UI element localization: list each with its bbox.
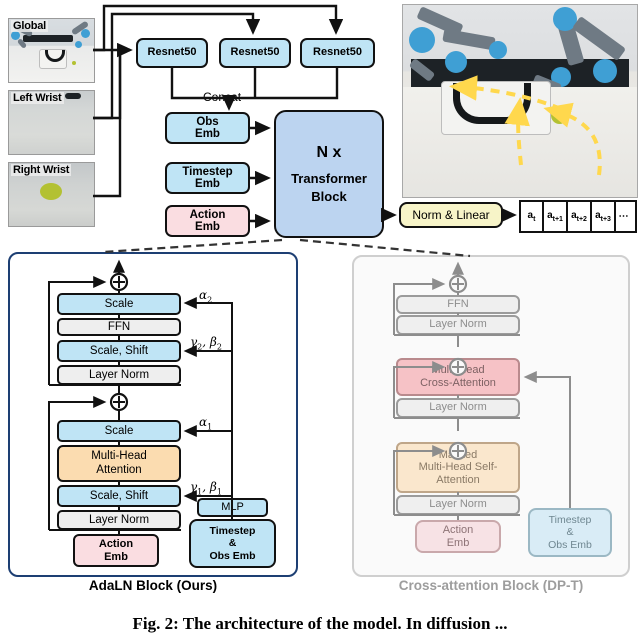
figure-root: Global Left Wrist Right Wrist Resnet50 R…	[0, 0, 640, 633]
crossattn-block-caption: Cross-attention Block (DP-T)	[398, 578, 584, 593]
global-camera-label: Global	[11, 20, 49, 32]
right-wrist-camera-label: Right Wrist	[11, 164, 72, 176]
connector-layer	[48, 4, 571, 534]
figure-caption: Fig. 2: The architecture of the model. I…	[132, 614, 508, 633]
adaln-block-caption: AdaLN Block (Ours)	[88, 578, 218, 593]
left-wrist-camera-label: Left Wrist	[11, 92, 64, 104]
